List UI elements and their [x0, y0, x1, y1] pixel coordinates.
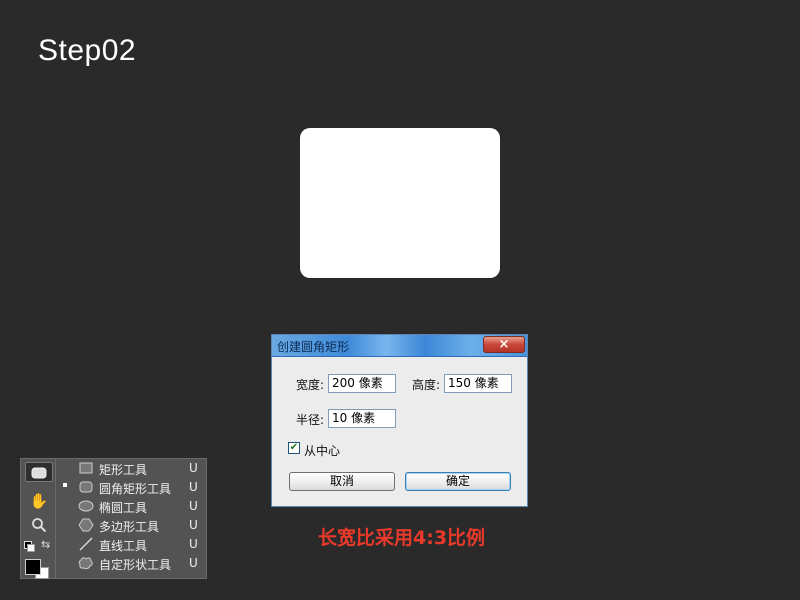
from-center-label[interactable]: 从中心 [304, 442, 340, 459]
flyout-item-label: 直线工具 [99, 539, 148, 553]
height-field[interactable]: 150 像素 [444, 374, 512, 393]
ok-button[interactable]: 确定 [405, 472, 511, 491]
flyout-item-label: 多边形工具 [99, 520, 160, 534]
create-rounded-rectangle-dialog: 创建圆角矩形 × 宽度: 200 像素 高度: 150 像素 半径: 10 像素… [271, 334, 528, 507]
default-colors-icon[interactable] [24, 541, 35, 552]
polygon-icon [78, 518, 94, 532]
caption: 长宽比采用4:3比例 [318, 527, 486, 549]
flyout-item-polygon[interactable]: 多边形工具 U [56, 516, 207, 535]
rectangle-icon [79, 462, 93, 474]
foreground-color-swatch[interactable] [25, 559, 41, 575]
flyout-item-line[interactable]: 直线工具 U [56, 535, 207, 554]
dialog-title: 创建圆角矩形 [277, 340, 350, 354]
flyout-item-shortcut: U [189, 537, 198, 551]
zoom-tool-button[interactable] [25, 515, 53, 535]
hand-icon: ✋ [29, 492, 49, 510]
rounded-rectangle-tool-button[interactable] [25, 462, 53, 482]
shape-tools-flyout: 矩形工具 U 圆角矩形工具 U 椭圆工具 U 多边形工具 U 直线工具 U 自定… [56, 458, 207, 579]
zoom-icon [32, 518, 47, 533]
tools-panel: ✋ ⇆ [20, 458, 56, 579]
flyout-item-shortcut: U [189, 499, 198, 513]
flyout-item-label: 椭圆工具 [99, 501, 148, 515]
flyout-item-label: 自定形状工具 [99, 558, 172, 572]
flyout-item-rectangle[interactable]: 矩形工具 U [56, 459, 207, 478]
height-label: 高度: [412, 378, 441, 392]
width-field[interactable]: 200 像素 [328, 374, 396, 393]
dialog-titlebar[interactable]: 创建圆角矩形 × [272, 335, 527, 357]
rounded-rectangle-icon [31, 467, 47, 479]
rounded-rectangle-shape [300, 128, 500, 278]
rounded-rectangle-icon [79, 481, 93, 493]
ellipse-icon [78, 500, 94, 512]
flyout-item-ellipse[interactable]: 椭圆工具 U [56, 497, 207, 516]
close-icon[interactable]: × [483, 336, 525, 353]
from-center-checkbox[interactable]: ✔ [288, 442, 300, 454]
hand-tool-button[interactable]: ✋ [25, 491, 53, 511]
flyout-item-label: 矩形工具 [99, 463, 148, 477]
selected-indicator [63, 483, 67, 487]
line-icon [79, 537, 93, 551]
width-label: 宽度: [296, 378, 325, 392]
swap-colors-icon[interactable]: ⇆ [41, 538, 50, 551]
flyout-item-custom-shape[interactable]: 自定形状工具 U [56, 554, 207, 573]
flyout-item-label: 圆角矩形工具 [99, 482, 172, 496]
cancel-button[interactable]: 取消 [289, 472, 395, 491]
flyout-item-shortcut: U [189, 556, 198, 570]
flyout-item-shortcut: U [189, 461, 198, 475]
custom-shape-icon [78, 557, 93, 570]
radius-field[interactable]: 10 像素 [328, 409, 396, 428]
step-title: Step02 [38, 34, 137, 67]
radius-label: 半径: [296, 413, 325, 427]
flyout-item-rounded-rectangle[interactable]: 圆角矩形工具 U [56, 478, 207, 497]
flyout-item-shortcut: U [189, 518, 198, 532]
flyout-item-shortcut: U [189, 480, 198, 494]
